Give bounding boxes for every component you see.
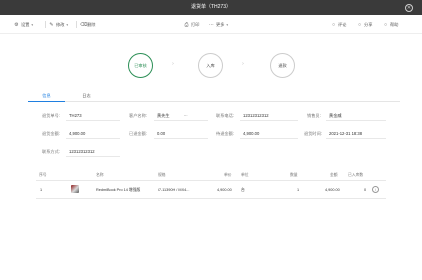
trash-icon: ⌫ <box>80 22 88 28</box>
product-thumbnail <box>71 185 79 193</box>
chevron-right-icon: › <box>242 61 244 67</box>
row-index: 1 <box>40 188 43 192</box>
chevron-down-icon: ▾ <box>226 23 229 27</box>
col-header-spec: 规格 <box>158 173 166 177</box>
chevron-down-icon: ▾ <box>66 23 69 27</box>
delete-button[interactable]: ⌫删除 <box>80 15 95 34</box>
field-underline <box>66 138 120 139</box>
col-header-amount: 金额 <box>330 173 338 177</box>
more-icon: ⋯ <box>209 22 214 28</box>
phone-value: 12312312312 <box>243 113 269 118</box>
help-icon: ○ <box>383 22 388 28</box>
row-name[interactable]: RedmiBook Pro 14 增强版 <box>96 188 140 193</box>
field-underline <box>240 120 298 121</box>
help-button[interactable]: ○ 帮助 <box>383 15 398 34</box>
toolbar: ⚙ 设置 ▾ ✎ 修改 ▾ ⌫删除 ⎙ 打印 ⋯ 更多 ▾ ○ 评论 ○ 分享 ○ 帮助 <box>0 15 422 34</box>
comment-label: 评论 <box>338 22 347 27</box>
print-icon: ⎙ <box>184 22 189 28</box>
table-row-divider <box>36 198 386 199</box>
salesperson-label: 销售员: <box>307 113 321 118</box>
row-spec: i7-11390H / MX4... <box>158 188 190 192</box>
tab-bar: 信息 日志 <box>28 91 400 102</box>
help-label: 帮助 <box>390 22 399 27</box>
col-header-index: 序号 <box>39 173 47 177</box>
row-unit: 台 <box>241 188 245 192</box>
col-header-qty: 数量 <box>290 173 298 177</box>
customer-more-button[interactable]: ... <box>184 112 188 117</box>
settings-button[interactable]: ⚙ 设置 ▾ <box>14 15 33 34</box>
field-underline <box>240 138 298 139</box>
settings-label: 设置 <box>21 22 30 27</box>
row-price: 4,900.00 <box>217 188 232 192</box>
step-stock-in: 入库 <box>198 53 223 78</box>
return-amount-value: 4,900.00 <box>69 131 86 136</box>
share-label: 分享 <box>364 22 373 27</box>
return-time-label: 退货时间: <box>304 131 322 136</box>
close-icon[interactable]: ✕ <box>405 3 413 12</box>
comment-button[interactable]: ○ 评论 <box>331 15 346 34</box>
more-button[interactable]: ⋯ 更多 ▾ <box>209 15 228 34</box>
salesperson-value: 黄金威 <box>329 113 342 118</box>
return-time-value: 2021-12-31 18:38 <box>329 131 363 136</box>
col-header-unit: 单位 <box>241 173 249 177</box>
step-approved: 已审核 <box>128 53 153 78</box>
customer-value: 黄先生 <box>157 113 170 118</box>
gear-icon: ⚙ <box>14 22 19 28</box>
return-amount-label: 退货金额: <box>42 131 60 136</box>
edit-label: 修改 <box>56 22 65 27</box>
tab-log[interactable]: 日志 <box>68 91 105 102</box>
info-icon[interactable]: i <box>372 186 379 193</box>
field-underline <box>326 138 386 139</box>
chevron-right-icon: › <box>172 61 174 67</box>
row-qty: 1 <box>297 188 300 192</box>
chevron-down-icon: ▾ <box>31 23 34 27</box>
share-icon: ○ <box>357 22 362 28</box>
col-header-name: 名称 <box>96 173 104 177</box>
col-header-price: 单价 <box>224 173 232 177</box>
share-button[interactable]: ○ 分享 <box>357 15 372 34</box>
table-header-divider <box>36 180 386 181</box>
delete-label: 删除 <box>87 22 96 27</box>
comment-icon: ○ <box>331 22 336 28</box>
field-underline <box>154 138 208 139</box>
field-underline <box>326 120 386 121</box>
field-underline <box>154 120 208 121</box>
print-label: 打印 <box>191 22 200 27</box>
phone-label: 联系电话: <box>216 113 234 118</box>
field-underline <box>66 156 120 157</box>
toolbar-divider <box>45 21 46 28</box>
pending-amount-label: 待退金额: <box>216 131 234 136</box>
edit-icon: ✎ <box>49 22 54 28</box>
paid-amount-value: 0.00 <box>157 131 166 136</box>
window-title-bar: 退货单（TH273） ✕ <box>0 0 422 15</box>
paid-amount-label: 已退金额: <box>129 131 147 136</box>
edit-button[interactable]: ✎ 修改 ▾ <box>49 15 68 34</box>
contact-label: 联系方式: <box>42 149 60 154</box>
contact-value: 12312312312 <box>69 149 95 154</box>
step-refund: 退款 <box>270 53 295 78</box>
tab-info[interactable]: 信息 <box>28 91 65 102</box>
customer-label: 客户名称: <box>129 113 147 118</box>
pending-amount-value: 4,900.00 <box>243 131 260 136</box>
more-label: 更多 <box>216 22 225 27</box>
row-stocked: 0 <box>364 188 367 192</box>
window-title: 退货单（TH273） <box>190 4 231 10</box>
row-amount: 4,900.00 <box>325 188 340 192</box>
col-header-stocked: 已入库数 <box>348 173 364 177</box>
toolbar-divider <box>76 21 77 28</box>
return-no-value: TH273 <box>69 113 82 118</box>
return-no-label: 退货单号: <box>42 113 60 118</box>
print-button[interactable]: ⎙ 打印 <box>184 15 199 34</box>
field-underline <box>66 120 120 121</box>
